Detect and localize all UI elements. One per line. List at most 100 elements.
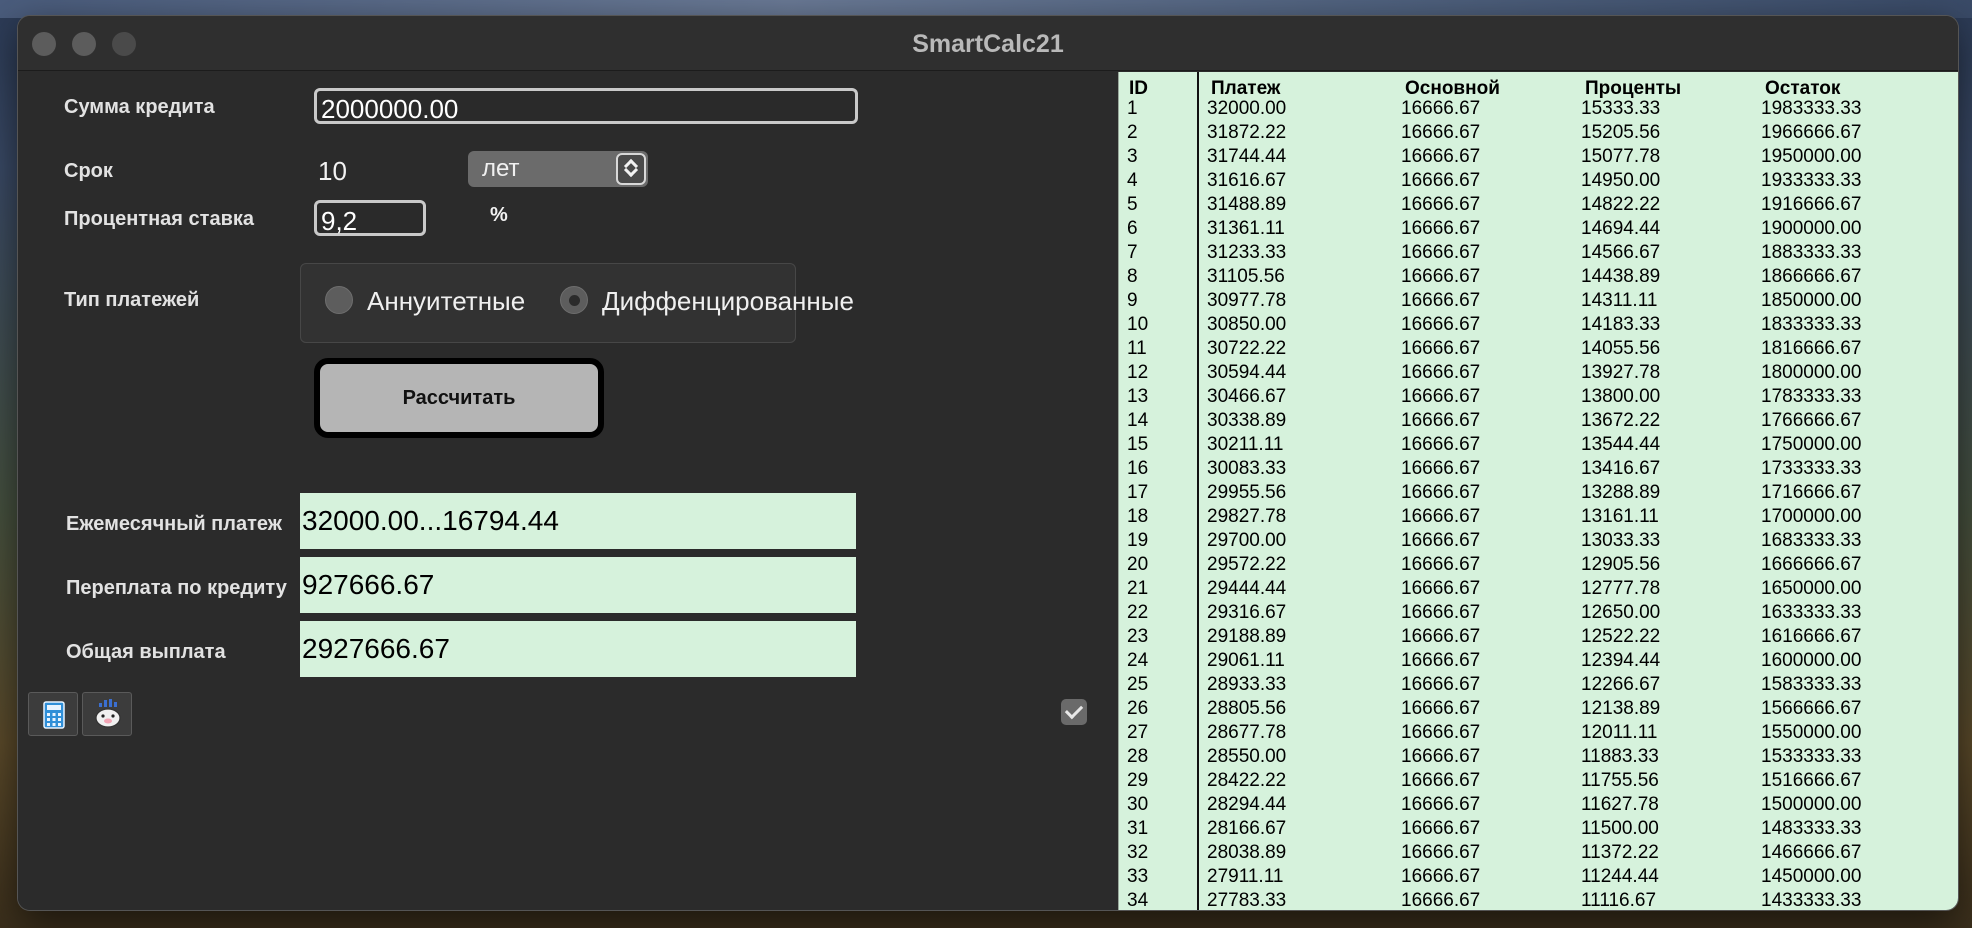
term-unit-select[interactable]: лет [468, 151, 648, 187]
calculator-form: Сумма кредита 2000000.00 Срок 10 лет Про… [18, 72, 1118, 910]
table-cell-interest: 12777.78 [1581, 578, 1661, 599]
table-cell-interest: 14566.67 [1581, 242, 1661, 263]
calculator-icon [43, 701, 65, 729]
table-cell-id: 2 [1127, 122, 1138, 143]
column-header-id[interactable]: ID [1129, 78, 1148, 100]
differentiated-radio[interactable] [560, 286, 588, 314]
monthly-payment-label: Ежемесячный платеж [66, 513, 282, 535]
term-unit-label: лет [482, 155, 520, 182]
amount-input[interactable]: 2000000.00 [314, 88, 858, 124]
column-header-interest[interactable]: Проценты [1585, 78, 1681, 100]
table-cell-balance: 1583333.33 [1761, 674, 1862, 695]
table-cell-interest: 15333.33 [1581, 98, 1661, 119]
table-cell-payment: 30083.33 [1207, 458, 1287, 479]
table-cell-interest: 11116.67 [1581, 890, 1657, 910]
table-cell-payment: 28550.00 [1207, 746, 1287, 767]
table-cell-principal: 16666.67 [1401, 674, 1481, 695]
table-cell-interest: 11755.56 [1581, 770, 1659, 791]
table-cell-interest: 12266.67 [1581, 674, 1661, 695]
percent-sign: % [490, 204, 508, 226]
table-cell-payment: 31616.67 [1207, 170, 1287, 191]
title-bar: SmartCalc21 [18, 16, 1958, 71]
annuity-radio[interactable] [325, 286, 353, 314]
table-cell-principal: 16666.67 [1401, 746, 1481, 767]
table-cell-balance: 1716666.67 [1761, 482, 1862, 503]
term-label: Срок [64, 160, 113, 182]
annuity-radio-label[interactable]: Аннуитетные [367, 286, 525, 317]
calculate-button[interactable]: Рассчитать [314, 358, 604, 438]
table-cell-payment: 30594.44 [1207, 362, 1287, 383]
table-cell-principal: 16666.67 [1401, 242, 1481, 263]
table-cell-interest: 13927.78 [1581, 362, 1661, 383]
window-title: SmartCalc21 [912, 30, 1064, 58]
table-cell-interest: 14055.56 [1581, 338, 1661, 359]
id-column-divider [1197, 72, 1199, 910]
table-cell-principal: 16666.67 [1401, 842, 1481, 863]
table-cell-balance: 1633333.33 [1761, 602, 1862, 623]
table-cell-principal: 16666.67 [1401, 890, 1481, 910]
table-cell-balance: 1600000.00 [1761, 650, 1862, 671]
table-cell-interest: 12394.44 [1581, 650, 1661, 671]
table-cell-payment: 30466.67 [1207, 386, 1287, 407]
table-cell-balance: 1533333.33 [1761, 746, 1862, 767]
table-cell-payment: 31872.22 [1207, 122, 1287, 143]
amount-label: Сумма кредита [64, 96, 215, 118]
app-window: SmartCalc21 Сумма кредита 2000000.00 Сро… [18, 16, 1958, 910]
table-cell-principal: 16666.67 [1401, 554, 1481, 575]
table-cell-principal: 16666.67 [1401, 266, 1481, 287]
column-header-balance[interactable]: Остаток [1765, 78, 1840, 100]
rate-input[interactable]: 9,2 [314, 200, 426, 236]
table-cell-id: 27 [1127, 722, 1149, 743]
credit-mode-button[interactable] [82, 692, 132, 736]
table-cell-principal: 16666.67 [1401, 122, 1481, 143]
differentiated-radio-label[interactable]: Диффенцированные [602, 286, 854, 317]
table-cell-interest: 14694.44 [1581, 218, 1661, 239]
table-cell-interest: 12905.56 [1581, 554, 1661, 575]
table-cell-id: 1 [1127, 98, 1138, 119]
table-cell-balance: 1516666.67 [1761, 770, 1862, 791]
table-cell-balance: 1866666.67 [1761, 266, 1862, 287]
table-cell-balance: 1683333.33 [1761, 530, 1862, 551]
total-payment-output: 2927666.67 [300, 621, 856, 677]
column-header-payment[interactable]: Платеж [1211, 78, 1280, 100]
table-cell-id: 4 [1127, 170, 1138, 191]
table-cell-principal: 16666.67 [1401, 386, 1481, 407]
table-cell-interest: 14950.00 [1581, 170, 1661, 191]
table-cell-interest: 13161.11 [1581, 506, 1659, 527]
table-cell-interest: 13416.67 [1581, 458, 1661, 479]
table-cell-id: 9 [1127, 290, 1138, 311]
table-cell-payment: 28038.89 [1207, 842, 1287, 863]
table-cell-id: 5 [1127, 194, 1138, 215]
table-cell-payment: 30211.11 [1207, 434, 1284, 455]
table-cell-principal: 16666.67 [1401, 314, 1481, 335]
table-cell-balance: 1783333.33 [1761, 386, 1862, 407]
table-cell-principal: 16666.67 [1401, 866, 1481, 887]
checkbox-icon[interactable] [1061, 699, 1087, 725]
table-cell-payment: 31744.44 [1207, 146, 1287, 167]
table-cell-principal: 16666.67 [1401, 602, 1481, 623]
table-cell-principal: 16666.67 [1401, 338, 1481, 359]
table-cell-balance: 1450000.00 [1761, 866, 1862, 887]
table-cell-payment: 28677.78 [1207, 722, 1287, 743]
table-cell-balance: 1483333.33 [1761, 818, 1862, 839]
table-cell-id: 25 [1127, 674, 1149, 695]
table-cell-payment: 28805.56 [1207, 698, 1287, 719]
table-cell-id: 8 [1127, 266, 1138, 287]
table-cell-principal: 16666.67 [1401, 698, 1481, 719]
table-cell-balance: 1616666.67 [1761, 626, 1862, 647]
table-cell-payment: 31488.89 [1207, 194, 1287, 215]
table-cell-balance: 1966666.67 [1761, 122, 1862, 143]
column-header-principal[interactable]: Основной [1405, 78, 1500, 100]
select-stepper-icon[interactable] [616, 153, 646, 185]
table-cell-interest: 14311.11 [1581, 290, 1658, 311]
term-value[interactable]: 10 [318, 156, 347, 187]
table-cell-id: 11 [1127, 338, 1147, 359]
table-cell-id: 32 [1127, 842, 1149, 863]
table-cell-id: 33 [1127, 866, 1149, 887]
table-cell-balance: 1700000.00 [1761, 506, 1862, 527]
calculator-mode-button[interactable] [28, 692, 78, 736]
table-cell-balance: 1800000.00 [1761, 362, 1862, 383]
overpayment-label: Переплата по кредиту [66, 577, 287, 599]
table-cell-principal: 16666.67 [1401, 410, 1481, 431]
table-cell-payment: 30338.89 [1207, 410, 1287, 431]
